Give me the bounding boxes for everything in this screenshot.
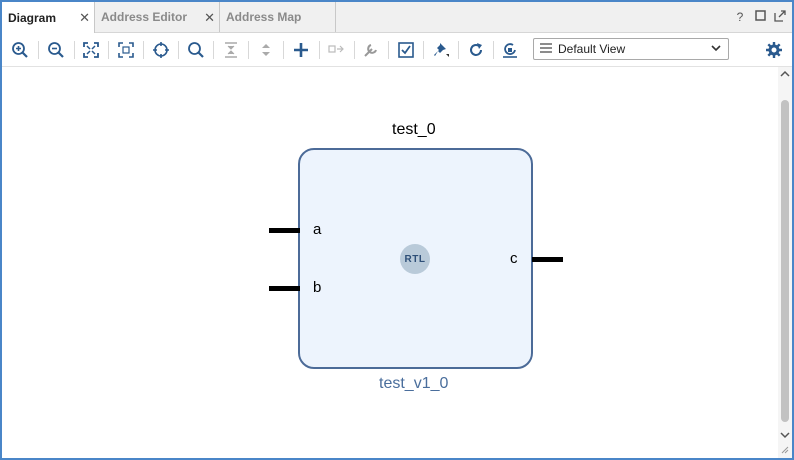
- view-select-value: Default View: [558, 42, 626, 56]
- view-select[interactable]: Default View: [533, 38, 729, 60]
- resize-grip-icon[interactable]: [780, 445, 789, 456]
- make-external-icon[interactable]: [326, 40, 346, 60]
- scroll-down-icon[interactable]: [780, 431, 790, 441]
- tab-address-editor[interactable]: Address Editor ✕: [95, 2, 220, 32]
- scrollbar-thumb[interactable]: [781, 100, 789, 422]
- port-a-label: a: [313, 221, 322, 238]
- zoom-in-icon[interactable]: [10, 40, 30, 60]
- refresh-icon[interactable]: [466, 40, 486, 60]
- port-c-label: c: [510, 250, 518, 267]
- validate-icon[interactable]: [396, 40, 416, 60]
- port-b-label: b: [313, 279, 322, 296]
- instance-name: test_0: [392, 121, 436, 138]
- float-icon[interactable]: [774, 10, 786, 25]
- tab-diagram-label: Diagram: [8, 10, 57, 25]
- maximize-icon[interactable]: [754, 10, 766, 25]
- collapse-icon[interactable]: [221, 40, 241, 60]
- settings-icon[interactable]: [764, 40, 784, 60]
- rtl-badge: RTL: [400, 244, 430, 274]
- add-ip-icon[interactable]: [291, 40, 311, 60]
- tab-address-map[interactable]: Address Map: [220, 2, 336, 32]
- tab-address-editor-label: Address Editor: [101, 10, 188, 24]
- properties-icon[interactable]: [361, 40, 381, 60]
- port-a-pin[interactable]: [269, 228, 300, 233]
- close-icon[interactable]: ✕: [79, 10, 90, 26]
- port-b-pin[interactable]: [269, 286, 300, 291]
- scroll-up-icon[interactable]: [780, 70, 790, 80]
- module-name: test_v1_0: [379, 375, 449, 392]
- close-icon[interactable]: ✕: [204, 10, 215, 26]
- diagram-canvas[interactable]: test_0 a b c RTL test_v1_0: [2, 67, 778, 458]
- port-c-pin[interactable]: [532, 257, 563, 262]
- diagram-window: Diagram ✕ Address Editor ✕ Address Map ?: [0, 0, 794, 460]
- zoom-out-icon[interactable]: [46, 40, 66, 60]
- pin-icon[interactable]: [431, 40, 451, 60]
- fit-selection-icon[interactable]: [116, 40, 136, 60]
- view-select-icon: [540, 42, 552, 56]
- tab-bar: Diagram ✕ Address Editor ✕ Address Map ?: [2, 2, 792, 33]
- help-icon[interactable]: ?: [734, 10, 746, 25]
- search-icon[interactable]: [186, 40, 206, 60]
- chevron-down-icon: [710, 42, 722, 57]
- tab-address-map-label: Address Map: [226, 10, 302, 24]
- vertical-scrollbar[interactable]: [778, 67, 792, 458]
- expand-icon[interactable]: [256, 40, 276, 60]
- diagram-toolbar: Default View: [2, 33, 792, 67]
- tab-diagram[interactable]: Diagram ✕: [2, 2, 95, 33]
- tab-bar-icons: ?: [734, 10, 786, 25]
- auto-fit-selection-icon[interactable]: [151, 40, 171, 60]
- regenerate-layout-icon[interactable]: [500, 40, 520, 60]
- fit-view-icon[interactable]: [81, 40, 101, 60]
